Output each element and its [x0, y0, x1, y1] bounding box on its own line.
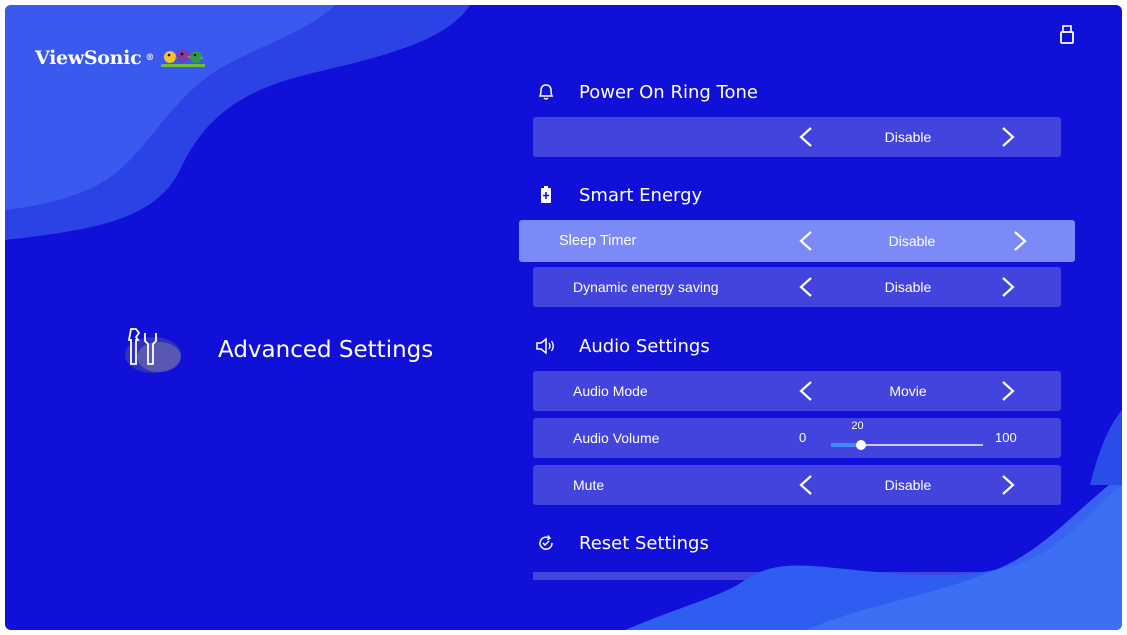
chevron-left-icon[interactable]	[795, 229, 819, 253]
row-label: Audio Mode	[573, 383, 648, 399]
settings-panel: Power On Ring Tone Disable Smart Energy …	[5, 5, 1122, 630]
row-label: Audio Volume	[573, 430, 660, 446]
audio-volume-row[interactable]: Audio Volume 0 20 100	[533, 418, 1061, 458]
section-power-ring: Power On Ring Tone	[535, 81, 758, 103]
chevron-left-icon[interactable]	[795, 473, 819, 497]
audio-mode-row[interactable]: Audio Mode Movie	[533, 371, 1061, 411]
chevron-right-icon[interactable]	[995, 125, 1019, 149]
row-label: Mute	[573, 477, 605, 493]
section-title: Reset Settings	[579, 532, 709, 554]
row-label: Sleep Timer	[559, 233, 637, 249]
chevron-left-icon[interactable]	[795, 379, 819, 403]
mute-row[interactable]: Mute Disable	[533, 465, 1061, 505]
chevron-right-icon[interactable]	[995, 275, 1019, 299]
power-ring-row[interactable]: Disable	[533, 117, 1061, 157]
reset-icon	[535, 532, 557, 554]
volume-max: 100	[995, 430, 1017, 445]
section-audio: Audio Settings	[535, 335, 710, 357]
volume-min: 0	[799, 430, 807, 445]
chevron-right-icon[interactable]	[995, 379, 1019, 403]
speaker-icon	[535, 335, 557, 357]
sleep-timer-row[interactable]: Sleep Timer Disable	[519, 220, 1075, 262]
row-value: Movie	[889, 383, 927, 399]
volume-slider-knob[interactable]	[856, 440, 867, 450]
reset-row-partial[interactable]	[533, 572, 1061, 580]
row-value: Disable	[884, 129, 932, 145]
row-value: Disable	[884, 477, 932, 493]
chevron-left-icon[interactable]	[795, 275, 819, 299]
section-smart-energy: Smart Energy	[535, 184, 702, 206]
volume-value: 20	[851, 420, 864, 432]
section-reset: Reset Settings	[535, 532, 709, 554]
row-value: Disable	[888, 233, 936, 249]
chevron-left-icon[interactable]	[795, 125, 819, 149]
section-title: Audio Settings	[579, 335, 710, 357]
row-label: Dynamic energy saving	[573, 279, 719, 295]
section-title: Smart Energy	[579, 184, 703, 206]
chevron-right-icon[interactable]	[995, 473, 1019, 497]
bell-icon	[535, 81, 557, 103]
projector-screen: ViewSonic ® Advanced Settings Power On R…	[5, 5, 1122, 630]
row-value: Disable	[884, 279, 932, 295]
dynamic-energy-row[interactable]: Dynamic energy saving Disable	[533, 267, 1061, 307]
battery-icon	[535, 184, 557, 206]
chevron-right-icon[interactable]	[1007, 229, 1031, 253]
section-title: Power On Ring Tone	[579, 81, 758, 103]
